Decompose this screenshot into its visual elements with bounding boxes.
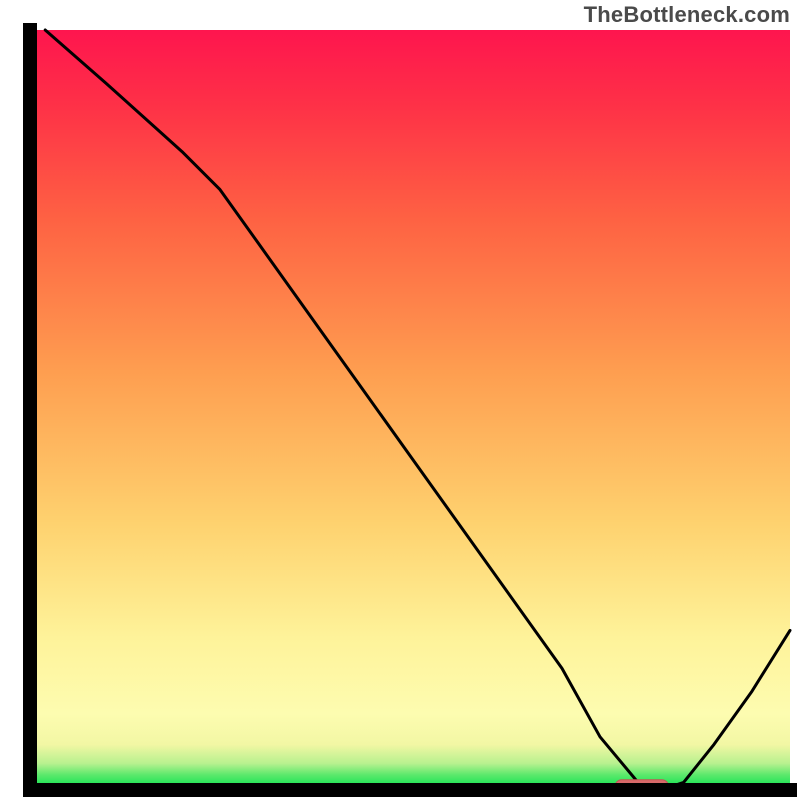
- watermark-label: TheBottleneck.com: [584, 2, 790, 28]
- plot-background: [30, 30, 790, 790]
- chart-svg: [0, 0, 800, 800]
- bottleneck-chart: TheBottleneck.com: [0, 0, 800, 800]
